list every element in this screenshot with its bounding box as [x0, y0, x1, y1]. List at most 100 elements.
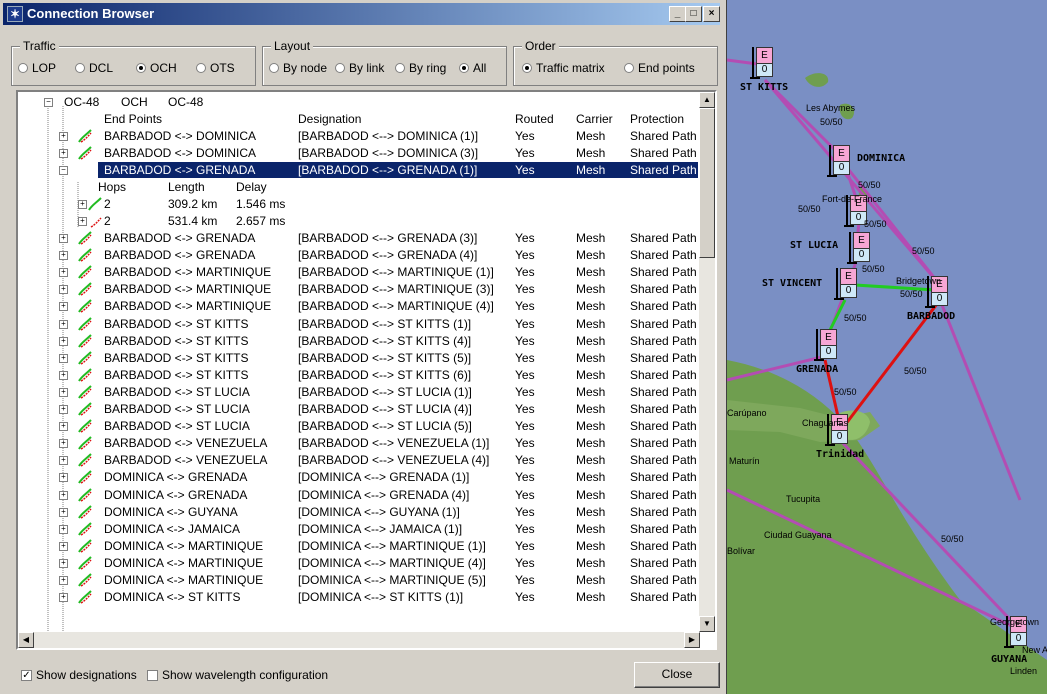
radio-order-traffic-matrix[interactable]: Traffic matrix — [522, 61, 605, 75]
expand-icon[interactable]: + — [59, 370, 68, 380]
selected-table-row[interactable]: − BARBADOD <-> GRENADA [BARBADOD <--> GR… — [18, 162, 698, 178]
close-button[interactable]: Close — [634, 662, 720, 688]
table-row[interactable]: + BARBADOD <-> MARTINIQUE [BARBADOD <--> M… — [18, 281, 698, 297]
table-row[interactable]: + BARBADOD <-> ST KITTS [BARBADOD <--> ST … — [18, 367, 698, 383]
expand-icon[interactable]: + — [59, 319, 68, 329]
table-row[interactable]: + DOMINICA <-> GUYANA [DOMINICA <--> GUYAN… — [18, 504, 698, 520]
radio-traffic-lop[interactable]: LOP — [18, 61, 56, 75]
table-row[interactable]: + BARBADOD <-> ST LUCIA [BARBADOD <--> ST … — [18, 418, 698, 434]
scroll-right-arrow-icon[interactable]: ▶ — [684, 632, 700, 648]
table-row[interactable]: + DOMINICA <-> MARTINIQUE [DOMINICA <--> M… — [18, 538, 698, 554]
show-wavelength-checkbox[interactable]: Show wavelength configuration — [147, 668, 328, 682]
horizontal-scrollbar[interactable]: ◀ ▶ — [18, 632, 700, 648]
connection-icon — [78, 350, 92, 365]
table-row[interactable]: + BARBADOD <-> ST KITTS [BARBADOD <--> ST … — [18, 333, 698, 349]
expand-icon[interactable]: + — [59, 422, 68, 432]
table-row[interactable]: + BARBADOD <-> VENEZUELA [BARBADOD <--> VE… — [18, 435, 698, 451]
show-designations-checkbox[interactable]: ✓ Show designations — [21, 668, 137, 682]
expand-icon[interactable]: + — [59, 456, 68, 466]
table-row[interactable]: + DOMINICA <-> MARTINIQUE [DOMINICA <--> M… — [18, 572, 698, 588]
radio-traffic-ots[interactable]: OTS — [196, 61, 235, 75]
node-grenada[interactable]: E0 — [814, 329, 837, 361]
tree-root-row[interactable]: − OC-48 OCH OC-48 — [18, 94, 698, 110]
table-row[interactable]: + DOMINICA <-> MARTINIQUE [DOMINICA <--> M… — [18, 555, 698, 571]
expand-icon[interactable]: + — [59, 149, 68, 158]
table-row[interactable]: + BARBADOD <-> GRENADA [BARBADOD <--> GREN… — [18, 230, 698, 246]
link-label: 50/50 — [820, 117, 843, 127]
collapse-icon[interactable]: − — [59, 166, 68, 175]
scroll-down-arrow-icon[interactable]: ▼ — [699, 616, 715, 632]
place-georgetown: Georgetown — [990, 617, 1040, 627]
expand-icon[interactable]: + — [59, 132, 68, 141]
minimize-button[interactable]: _ — [669, 6, 686, 22]
expand-icon[interactable]: + — [59, 336, 68, 346]
radio-layout-all[interactable]: All — [459, 61, 486, 75]
table-row[interactable]: + DOMINICA <-> GRENADA [DOMINICA <--> GREN… — [18, 469, 698, 485]
connection-icon — [78, 368, 92, 382]
maximize-button[interactable]: □ — [685, 6, 702, 22]
node-st-lucia[interactable]: E0 — [847, 232, 870, 264]
table-row[interactable]: + DOMINICA <-> GRENADA [DOMINICA <--> GREN… — [18, 487, 698, 503]
node-dominica[interactable]: E0 — [827, 145, 850, 177]
table-row[interactable]: + BARBADOD <-> DOMINICA [BARBADOD <--> D… — [18, 145, 698, 161]
scroll-left-arrow-icon[interactable]: ◀ — [18, 632, 34, 648]
table-row[interactable]: + BARBADOD <-> MARTINIQUE [BARBADOD <--> M… — [18, 298, 698, 314]
connection-browser-window: ✶ Connection Browser _ □ × Traffic LOP D… — [0, 0, 727, 694]
expand-icon[interactable]: + — [78, 217, 87, 226]
expand-icon[interactable]: + — [59, 524, 68, 534]
expand-icon[interactable]: + — [59, 405, 68, 414]
table-row[interactable]: + BARBADOD <-> ST KITTS [BARBADOD <--> ST … — [18, 316, 698, 332]
expand-icon[interactable]: + — [78, 200, 87, 209]
connection-icon — [78, 282, 92, 296]
expand-icon[interactable]: + — [59, 302, 68, 312]
expand-icon[interactable]: + — [59, 558, 68, 568]
radio-dot — [335, 63, 345, 73]
expand-icon[interactable]: + — [59, 387, 68, 397]
expand-icon[interactable]: + — [59, 285, 68, 295]
path-row[interactable]: + 2 531.4 km 2.657 ms — [18, 213, 418, 229]
radio-traffic-dcl[interactable]: DCL — [75, 61, 113, 75]
path-row[interactable]: + 2 309.2 km 1.546 ms — [18, 196, 418, 212]
expand-icon[interactable]: + — [59, 473, 68, 483]
window-title: Connection Browser — [27, 6, 155, 21]
radio-layout-by-ring[interactable]: By ring — [395, 61, 446, 75]
node-st-kitts[interactable]: E0 — [750, 47, 773, 79]
scroll-thumb[interactable] — [699, 108, 715, 258]
table-row[interactable]: + DOMINICA <-> ST KITTS [DOMINICA <--> ST … — [18, 589, 698, 605]
label-dominica: DOMINICA — [857, 153, 906, 164]
expand-icon[interactable]: + — [59, 353, 68, 363]
expand-icon[interactable]: + — [59, 251, 68, 261]
node-st-vincent[interactable]: E0 — [834, 268, 857, 300]
table-row[interactable]: + BARBADOD <-> MARTINIQUE [BARBADOD <--> M… — [18, 264, 698, 280]
radio-traffic-och[interactable]: OCH — [136, 61, 177, 75]
expand-icon[interactable]: + — [59, 268, 68, 278]
expand-icon[interactable]: + — [59, 576, 68, 585]
radio-order-end-points[interactable]: End points — [624, 61, 695, 75]
expand-icon[interactable]: + — [59, 439, 68, 449]
title-bar[interactable]: ✶ Connection Browser _ □ × — [3, 3, 720, 25]
layout-group: Layout By node By link By ring All — [262, 39, 507, 86]
table-row[interactable]: + BARBADOD <-> ST KITTS [BARBADOD <--> ST … — [18, 350, 698, 366]
scroll-up-arrow-icon[interactable]: ▲ — [699, 92, 715, 108]
collapse-icon[interactable]: − — [44, 98, 53, 107]
radio-dot — [18, 63, 28, 73]
expand-icon[interactable]: + — [59, 541, 68, 551]
vertical-scrollbar[interactable]: ▲ ▼ — [699, 92, 715, 632]
table-row[interactable]: + BARBADOD <-> ST LUCIA [BARBADOD <--> ST … — [18, 401, 698, 417]
link-label: 50/50 — [862, 264, 885, 274]
expand-icon[interactable]: + — [59, 234, 68, 243]
table-row[interactable]: + BARBADOD <-> DOMINICA [BARBADOD <--> D… — [18, 128, 698, 144]
table-row[interactable]: + BARBADOD <-> ST LUCIA [BARBADOD <--> ST … — [18, 384, 698, 400]
label-st-vincent: ST VINCENT — [762, 278, 823, 289]
radio-layout-by-link[interactable]: By link — [335, 61, 384, 75]
expand-icon[interactable]: + — [59, 593, 68, 603]
radio-layout-by-node[interactable]: By node — [269, 61, 327, 75]
expand-icon[interactable]: + — [59, 507, 68, 517]
table-row[interactable]: + BARBADOD <-> GRENADA [BARBADOD <--> GREN… — [18, 247, 698, 263]
close-window-button[interactable]: × — [703, 6, 720, 22]
table-row[interactable]: + DOMINICA <-> JAMAICA [DOMINICA <--> JAMA… — [18, 521, 698, 537]
connection-tree[interactable]: − OC-48 OCH OC-48 End Points Designation… — [16, 90, 717, 650]
expand-icon[interactable]: + — [59, 490, 68, 500]
layout-group-label: Layout — [271, 39, 314, 53]
table-row[interactable]: + BARBADOD <-> VENEZUELA [BARBADOD <--> VE… — [18, 452, 698, 468]
